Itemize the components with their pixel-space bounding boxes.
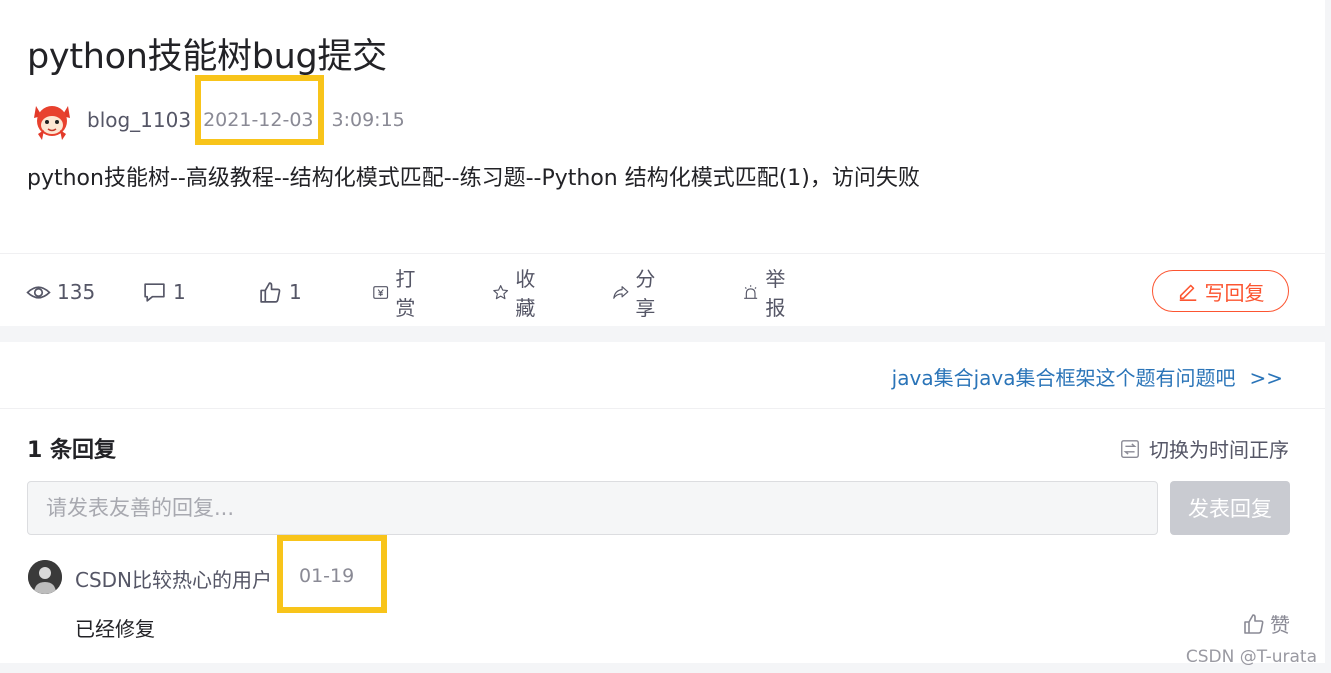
likes-value: 1 bbox=[289, 280, 302, 304]
tip-button[interactable]: 打赏 bbox=[372, 267, 423, 320]
watermark: CSDN @T-urata bbox=[1185, 647, 1317, 667]
tip-label: 打赏 bbox=[395, 267, 416, 320]
reply-like-button[interactable]: 赞 bbox=[1242, 609, 1290, 638]
yuan-icon bbox=[373, 285, 389, 299]
thumbs-up-icon bbox=[260, 281, 281, 303]
related-link-arrow: >> bbox=[1249, 366, 1283, 390]
sort-toggle[interactable]: 切换为时间正序 bbox=[1119, 434, 1289, 463]
like-button[interactable]: 1 bbox=[258, 272, 302, 312]
comments-value: 1 bbox=[173, 280, 186, 304]
sort-label: 切换为时间正序 bbox=[1149, 438, 1289, 462]
report-label: 举报 bbox=[765, 267, 786, 320]
post-card: python技能树bug提交 blog_1103 2021-12-03 3:09… bbox=[0, 0, 1325, 326]
report-button[interactable]: 举报 bbox=[742, 267, 793, 320]
related-link[interactable]: java集合java集合框架这个题有问题吧 >> bbox=[892, 362, 1283, 391]
reply-count: 1 条回复 bbox=[27, 438, 116, 463]
share-label: 分享 bbox=[635, 267, 656, 320]
replies-card: java集合java集合框架这个题有问题吧 >> 1 条回复 切换为时间正序 发表… bbox=[0, 342, 1325, 663]
post-title: python技能树bug提交 bbox=[27, 37, 387, 77]
post-body: python技能树--高级教程--结构化模式匹配--练习题--Python 结构… bbox=[27, 166, 920, 191]
reply-text: 已经修复 bbox=[75, 617, 155, 641]
views-count: 135 bbox=[26, 272, 95, 312]
pencil-icon bbox=[1179, 284, 1196, 301]
write-reply-button[interactable]: 写回复 bbox=[1152, 270, 1289, 312]
favorite-label: 收藏 bbox=[515, 267, 536, 320]
reply-user-avatar[interactable] bbox=[28, 560, 62, 594]
highlight-box-reply-date bbox=[277, 535, 387, 613]
star-icon bbox=[493, 284, 509, 299]
author-name[interactable]: blog_1103 bbox=[87, 108, 191, 132]
reply-input[interactable] bbox=[27, 481, 1158, 535]
thumbs-up-icon bbox=[1244, 613, 1264, 634]
views-value: 135 bbox=[57, 280, 96, 304]
eye-icon bbox=[26, 285, 51, 299]
comment-icon bbox=[144, 282, 165, 302]
author-avatar[interactable] bbox=[28, 96, 76, 144]
reply-item: CSDN比较热心的用户 01-19 已经修复 赞 bbox=[28, 560, 1290, 650]
related-link-text: java集合java集合框架这个题有问题吧 bbox=[891, 366, 1236, 390]
reply-like-label: 赞 bbox=[1270, 613, 1290, 637]
divider bbox=[0, 253, 1325, 254]
post-time: 3:09:15 bbox=[331, 109, 405, 131]
comments-button[interactable]: 1 bbox=[142, 272, 186, 312]
alarm-icon bbox=[744, 284, 758, 299]
share-button[interactable]: 分享 bbox=[612, 267, 663, 320]
write-reply-label: 写回复 bbox=[1204, 280, 1265, 305]
divider bbox=[0, 408, 1325, 409]
reply-user-name[interactable]: CSDN比较热心的用户 bbox=[75, 564, 272, 593]
favorite-button[interactable]: 收藏 bbox=[492, 267, 543, 320]
submit-reply-button[interactable]: 发表回复 bbox=[1170, 481, 1290, 535]
highlight-box-post-date bbox=[195, 75, 324, 145]
share-icon bbox=[613, 285, 629, 299]
sort-icon bbox=[1121, 439, 1139, 458]
